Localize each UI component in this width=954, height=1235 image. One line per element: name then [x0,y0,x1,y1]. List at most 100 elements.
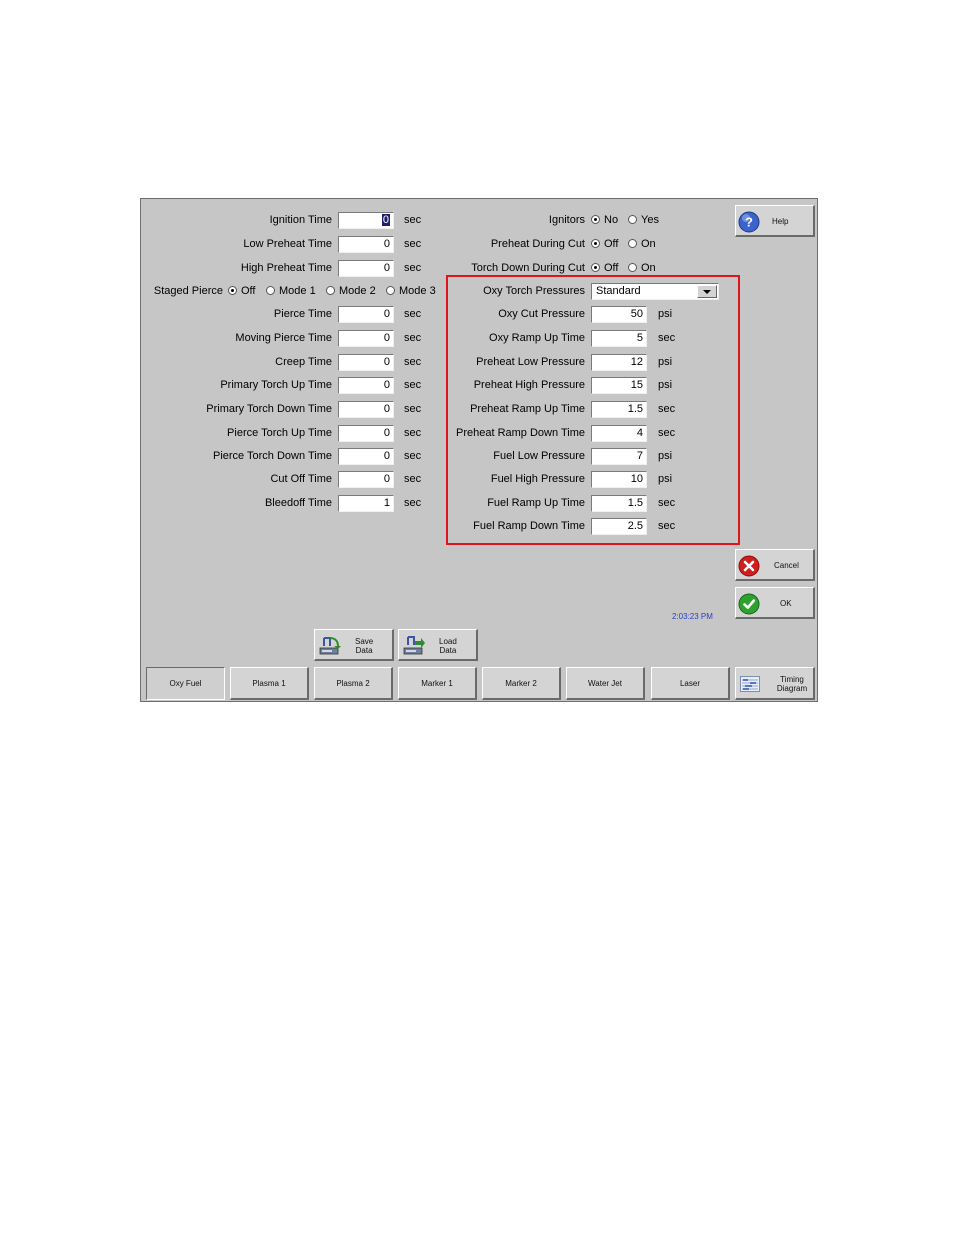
preheat-during-cut-option-on[interactable]: On [628,237,656,251]
pierce-time-unit: sec [404,308,422,320]
fuel-low-pressure-value: 7 [636,450,643,462]
oxy-cut-pressure-field[interactable]: 50 [591,306,647,323]
bleedoff-time-unit: sec [404,497,422,509]
low-preheat-time-field[interactable]: 0 [338,236,394,253]
ignitors-option-yes[interactable]: Yes [628,213,659,227]
oxy-fuel-process-screen: Ignition Time 0 sec Low Preheat Time 0 sec Hig… [140,198,818,702]
check-icon [738,593,760,615]
staged-pierce-label: Staged Pierce [153,285,223,297]
tab-marker-2[interactable]: Marker 2 [482,667,561,700]
tab-water-jet[interactable]: Water Jet [566,667,645,700]
preheat-high-pressure-field[interactable]: 15 [591,377,647,394]
fuel-high-pressure-unit: psi [658,473,673,485]
chevron-down-icon[interactable] [697,285,717,298]
moving-pierce-time-unit: sec [404,332,422,344]
help-button[interactable]: ? Help [735,205,815,237]
fuel-ramp-up-time-unit: sec [658,497,676,509]
pierce-time-field[interactable]: 0 [338,306,394,323]
tab-plasma-1[interactable]: Plasma 1 [230,667,309,700]
fuel-low-pressure-unit: psi [658,450,673,462]
creep-time-label: Creep Time [275,356,332,368]
save-data-label-2: Data [355,646,373,655]
high-preheat-time-unit: sec [404,262,422,274]
oxy-ramp-up-time-label: Oxy Ramp Up Time [489,332,585,344]
tab-laser[interactable]: Laser [651,667,730,700]
primary-torch-up-time-field[interactable]: 0 [338,377,394,394]
fuel-ramp-down-time-field[interactable]: 2.5 [591,518,647,535]
pierce-torch-down-time-field[interactable]: 0 [338,448,394,465]
pierce-torch-down-time-label: Pierce Torch Down Time [212,450,332,462]
high-preheat-time-field[interactable]: 0 [338,260,394,277]
preheat-high-pressure-label: Preheat High Pressure [473,379,585,391]
radio-label: On [641,262,656,274]
radio-label: Mode 3 [399,285,436,297]
timing-label-2: Diagram [776,684,808,693]
torch-down-during-cut-option-on[interactable]: On [628,261,656,275]
tab-oxy-fuel[interactable]: Oxy Fuel [146,667,225,700]
bleedoff-time-field[interactable]: 1 [338,495,394,512]
question-icon: ? [738,211,760,233]
preheat-ramp-down-time-field[interactable]: 4 [591,425,647,442]
fuel-low-pressure-field[interactable]: 7 [591,448,647,465]
preheat-low-pressure-field[interactable]: 12 [591,354,647,371]
preheat-during-cut-option-off[interactable]: Off [591,237,618,251]
high-preheat-time-label: High Preheat Time [240,262,332,274]
tab-marker-1[interactable]: Marker 1 [398,667,477,700]
save-data-button[interactable]: Save Data [314,629,394,661]
timing-diagram-button[interactable]: Timing Diagram [735,667,815,700]
pierce-torch-down-time-unit: sec [404,450,422,462]
cancel-button-label: Cancel [774,561,799,570]
creep-time-field[interactable]: 0 [338,354,394,371]
preheat-ramp-up-time-field[interactable]: 1.5 [591,401,647,418]
primary-torch-up-time-unit: sec [404,379,422,391]
radio-label: Yes [641,214,659,226]
radio-checked-icon [591,215,600,224]
oxy-cut-pressure-unit: psi [658,308,673,320]
ignition-time-label: Ignition Time [269,214,332,226]
oxy-torch-pressures-select[interactable]: Standard [591,283,719,300]
cut-off-time-unit: sec [404,473,422,485]
save-data-label-1: Save [355,637,374,646]
creep-time-unit: sec [404,356,422,368]
oxy-ramp-up-time-field[interactable]: 5 [591,330,647,347]
moving-pierce-time-value: 0 [383,332,390,344]
tab-label: Water Jet [588,679,622,688]
tab-plasma-2[interactable]: Plasma 2 [314,667,393,700]
moving-pierce-time-field[interactable]: 0 [338,330,394,347]
oxy-cut-pressure-label: Oxy Cut Pressure [498,308,585,320]
fuel-ramp-up-time-field[interactable]: 1.5 [591,495,647,512]
cut-off-time-label: Cut Off Time [270,473,332,485]
tab-label: Plasma 1 [252,679,286,688]
low-preheat-time-unit: sec [404,238,422,250]
help-button-label: Help [772,217,789,226]
primary-torch-down-time-field[interactable]: 0 [338,401,394,418]
staged-pierce-option-mode-3[interactable]: Mode 3 [386,284,436,298]
oxy-torch-pressures-label: Oxy Torch Pressures [483,285,585,297]
primary-torch-down-time-value: 0 [383,403,390,415]
high-preheat-time-value: 0 [383,262,390,274]
creep-time-value: 0 [383,356,390,368]
radio-label: On [641,238,656,250]
staged-pierce-option-mode-1[interactable]: Mode 1 [266,284,316,298]
fuel-high-pressure-field[interactable]: 10 [591,471,647,488]
low-preheat-time-label: Low Preheat Time [243,238,332,250]
ignitors-option-no[interactable]: No [591,213,618,227]
tab-label: Plasma 2 [336,679,370,688]
ok-button[interactable]: OK [735,587,815,619]
preheat-ramp-down-time-label: Preheat Ramp Down Time [456,427,585,439]
cut-off-time-field[interactable]: 0 [338,471,394,488]
clock-display: 2:03:23 PM [672,612,713,621]
torch-down-during-cut-option-off[interactable]: Off [591,261,618,275]
radio-unchecked-icon [326,286,335,295]
ignition-time-field[interactable]: 0 [338,212,394,229]
torch-down-during-cut-label: Torch Down During Cut [471,262,585,274]
primary-torch-down-time-unit: sec [404,403,422,415]
cancel-button[interactable]: Cancel [735,549,815,581]
staged-pierce-option-off[interactable]: Off [228,284,255,298]
pierce-torch-up-time-field[interactable]: 0 [338,425,394,442]
load-data-button[interactable]: Load Data [398,629,478,661]
cut-off-time-value: 0 [383,473,390,485]
load-data-label-1: Load [439,637,457,646]
pierce-torch-up-time-label: Pierce Torch Up Time [227,427,332,439]
staged-pierce-option-mode-2[interactable]: Mode 2 [326,284,376,298]
